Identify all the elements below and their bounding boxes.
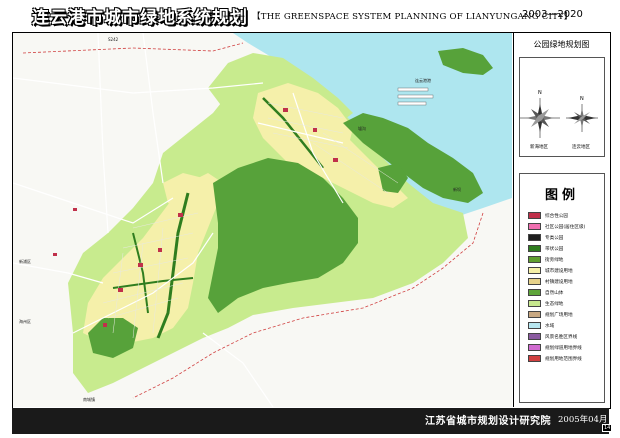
legend-item: 水域: [528, 320, 604, 331]
page-number: 14: [602, 424, 613, 432]
legend-item: 综合性公园: [528, 210, 604, 221]
legend-label: 带状公园: [545, 246, 564, 252]
legend-item: 村镇建设用地: [528, 276, 604, 287]
legend-swatch: [528, 311, 541, 318]
legend-item: 城市建设用地: [528, 265, 604, 276]
park-dot: [73, 208, 77, 211]
legend-item: 风景名胜区界线: [528, 331, 604, 342]
park-dot: [313, 128, 317, 132]
legend-swatch: [528, 300, 541, 307]
compass-rose-icon: [520, 98, 560, 138]
compass-roses: N N 新海地区 连云地区: [520, 90, 598, 150]
legend-item: 规划绿道用地界线: [528, 342, 604, 353]
legend-label: 村镇建设用地: [545, 279, 573, 285]
park-dot: [178, 213, 183, 217]
title-separator: ——: [223, 9, 245, 22]
district-right-label: 连云地区: [572, 143, 590, 150]
legend-title: 图例: [544, 188, 579, 203]
legend-item: 社区公园(居住区级): [528, 221, 604, 232]
ganyu-label: 新坝: [453, 186, 461, 192]
legend-swatch: [528, 256, 541, 263]
side-panel: 公园绿地规划图 N N 新海地区 连云地区 图例 综合性公园 社区公园(居住区级…: [513, 33, 609, 407]
park-dot: [53, 253, 57, 256]
legend: 图例 综合性公园 社区公园(居住区级) 专类公园 带状公园 街旁绿地 城市建设用…: [519, 173, 605, 403]
legend-swatch: [528, 278, 541, 285]
map-svg: 连云港港 墟沟 新坝 S242 新浦区 海州区 南城镇: [13, 33, 512, 407]
port-label: 连云港港: [415, 77, 431, 83]
legend-item: 生态绿地: [528, 298, 604, 309]
legend-swatch: [528, 355, 541, 362]
legend-label: 社区公园(居住区级): [545, 224, 586, 230]
index-map-box: N N 新海地区 连云地区: [519, 57, 605, 157]
legend-label: 街旁绿地: [545, 257, 564, 263]
legend-item: 规划用地范围界线: [528, 353, 604, 364]
park-dot: [333, 158, 338, 162]
north-label: N: [580, 96, 584, 102]
legend-item: 规划广场用地: [528, 309, 604, 320]
legend-swatch: [528, 223, 541, 230]
legend-label: 专类公园: [545, 235, 564, 241]
map-title-cn: 连云港市城市绿地系统规划: [32, 8, 248, 28]
legend-list: 综合性公园 社区公园(居住区级) 专类公园 带状公园 街旁绿地 城市建设用地 村…: [528, 210, 604, 364]
legend-label: 水域: [545, 323, 555, 329]
legend-item: 专类公园: [528, 232, 604, 243]
west-label-1: 新浦区: [19, 258, 31, 264]
footer-date: 2005年04月: [558, 415, 608, 425]
legend-item: 街旁绿地: [528, 254, 604, 265]
north-label: N: [538, 90, 542, 96]
legend-label: 生态绿地: [545, 301, 564, 307]
west-label-2: 海州区: [19, 318, 31, 324]
park-dot: [138, 263, 143, 267]
legend-label: 风景名胜区界线: [545, 334, 578, 340]
park-dot: [103, 323, 107, 327]
park-dot: [118, 288, 123, 292]
map-canvas: 连云港港 墟沟 新坝 S242 新浦区 海州区 南城镇: [13, 33, 512, 407]
index-map-title: 公园绿地规划图: [533, 40, 590, 49]
legend-swatch: [528, 344, 541, 351]
xugou-label: 墟沟: [358, 125, 366, 131]
legend-label: 自然山体: [545, 290, 564, 296]
legend-item: 自然山体: [528, 287, 604, 298]
legend-label: 城市建设用地: [545, 268, 573, 274]
park-dot: [283, 108, 288, 112]
legend-swatch: [528, 267, 541, 274]
legend-label: 综合性公园: [545, 213, 568, 219]
footer-organization: 江苏省城市规划设计研究院: [425, 416, 551, 427]
legend-label: 规划广场用地: [545, 312, 573, 318]
legend-swatch: [528, 234, 541, 241]
legend-swatch: [528, 212, 541, 219]
north-road-label: S242: [108, 37, 119, 42]
district-left-label: 新海地区: [530, 143, 548, 150]
south-label: 南城镇: [83, 396, 95, 402]
legend-swatch: [528, 322, 541, 329]
legend-swatch: [528, 245, 541, 252]
park-dot: [158, 248, 162, 252]
legend-swatch: [528, 333, 541, 340]
compass-rose-icon: [566, 104, 598, 132]
map-header: 连云港市城市绿地系统规划 —— 【THE GREENSPACE SYSTEM P…: [0, 0, 620, 30]
planning-years: 2003—2020: [522, 9, 583, 20]
legend-label: 规划用地范围界线: [545, 356, 582, 362]
legend-label: 规划绿道用地界线: [545, 345, 582, 351]
legend-swatch: [528, 289, 541, 296]
legend-item: 带状公园: [528, 243, 604, 254]
